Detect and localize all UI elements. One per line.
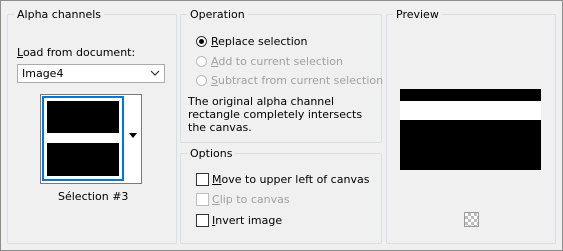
subtract-selection-radio[interactable] [196,75,207,86]
load-from-document-label: Load from document: [17,46,136,59]
operation-description: The original alpha channel rectangle com… [188,95,363,134]
preview-title: Preview [393,8,442,22]
load-from-document-text: oad from document: [22,46,136,59]
checkerboard-icon[interactable] [464,212,479,227]
options-title: Options [187,147,236,161]
move-to-upper-left-checkbox[interactable] [196,173,209,186]
add-selection-label[interactable]: Add to current selection [211,55,343,68]
clip-to-canvas-checkbox[interactable] [196,193,209,206]
thumbnail-image [47,101,119,176]
add-selection-radio[interactable] [196,56,207,67]
alpha-channel-thumbnail-picker[interactable] [40,94,142,184]
alpha-channels-title: Alpha channels [14,8,105,22]
chevron-down-icon [150,70,160,76]
dropdown-arrow-icon[interactable] [129,133,137,138]
move-to-upper-left-label[interactable]: Move to upper left of canvas [212,173,369,186]
operation-title: Operation [187,8,248,22]
subtract-selection-label[interactable]: Subtract from current selection [211,74,383,87]
replace-selection-label[interactable]: Replace selection [211,35,307,48]
selection-name: Sélection #3 [58,190,129,203]
preview-image [400,89,541,170]
invert-image-checkbox[interactable] [196,214,209,227]
replace-selection-radio[interactable] [196,36,207,47]
document-select[interactable]: Image4 [17,64,165,83]
invert-image-label[interactable]: Invert image [212,214,282,227]
selected-thumbnail[interactable] [42,96,124,181]
clip-to-canvas-label[interactable]: Clip to canvas [212,193,290,206]
document-select-value: Image4 [22,67,64,80]
